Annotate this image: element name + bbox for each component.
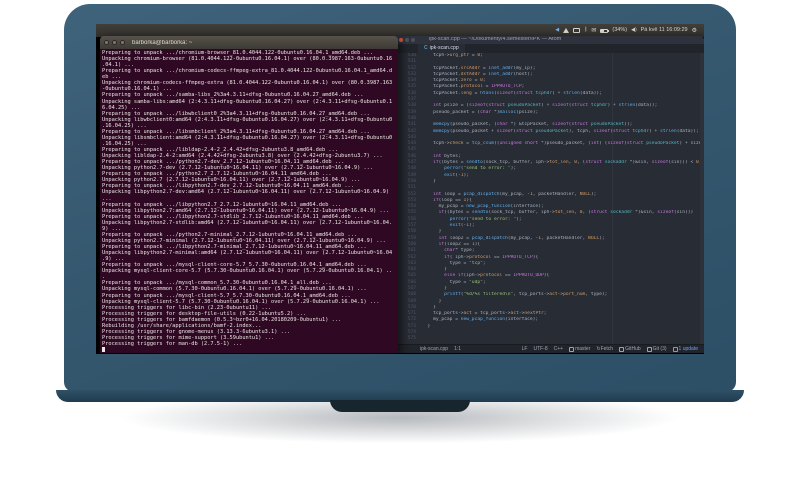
status-item-icon (569, 346, 575, 352)
status-right: LF UTF-8 C++ master ↻Fetch GitHub Git (3) 1 upd… (522, 346, 698, 352)
battery-icon[interactable] (600, 28, 610, 33)
maximize-button[interactable] (411, 38, 415, 42)
tab-ipk-scan[interactable]: C ipk-scan.cpp (418, 44, 465, 53)
bluetooth-icon[interactable]: ᛒ (584, 27, 587, 34)
laptop-mockup: ◀ ᛒ ✉ (34%) ◀) Pá kvě 11 16:09:29 ⚙ ipk-… (0, 0, 800, 477)
terminal-line: Unpacking libpython2.7:amd64 (2.7.12-1ub… (102, 207, 390, 214)
status-item-utf-8[interactable]: UTF-8 (533, 346, 547, 352)
status-item-github[interactable]: GitHub (619, 346, 641, 352)
terminal-line: Preparing to unpack .../samba-libs_2%3a4… (102, 92, 364, 99)
terminal-line: Unpacking mysql-common (5.7.30-0ubuntu0.… (102, 286, 367, 293)
code-line: 575 (396, 336, 704, 342)
terminal-line: Unpacking chromium-browser (81.0.4044.12… (102, 56, 393, 63)
window-title: ipk-scan.cpp — ~/Dokumenty/4.semester/IP… (429, 37, 562, 43)
terminal-line: Unpacking mysql-client-5.7 (5.7.30-0ubun… (102, 298, 380, 305)
terminal-line: Preparing to unpack .../libpython2.7-std… (102, 213, 364, 220)
code-editor[interactable]: 530 tcph->urg_ptr = 0; 531 532 tcpPacket.s… (396, 53, 704, 344)
status-item-icon (619, 346, 625, 352)
volume-icon[interactable]: ◀) (631, 28, 637, 33)
status-item-master[interactable]: master (569, 346, 590, 352)
clock[interactable]: Pá kvě 11 16:09:29 (641, 27, 688, 34)
terminal-line: Preparing to unpack .../chromium-codecs-… (102, 68, 393, 75)
terminal-titlebar[interactable]: barborka@barborka: ~ (100, 36, 398, 49)
status-item-c-[interactable]: C++ (554, 346, 563, 352)
messages-icon[interactable]: ✉ (591, 28, 596, 34)
keyboard-layout-icon[interactable] (573, 28, 581, 33)
status-item-lf[interactable]: LF (522, 346, 528, 352)
atom-statusbar: ipk-scan.cpp 1:1 LF UTF-8 C++ master ↻Fetch G… (396, 344, 704, 353)
terminal-title: barborka@barborka: ~ (132, 39, 193, 46)
editor-scrollbar[interactable] (700, 53, 704, 344)
status-item-icon (672, 346, 678, 352)
status-filename[interactable]: ipk-scan.cpp (420, 346, 448, 352)
tab-label: ipk-scan.cpp (429, 44, 459, 51)
maximize-button[interactable] (120, 40, 125, 45)
status-item-git-3-[interactable]: Git (3) (646, 346, 667, 352)
terminal-line: Unpacking mysql-client-core-5.7 (5.7.30-… (102, 268, 393, 275)
code-lines: 530 tcph->urg_ptr = 0; 531 532 tcpPacket.s… (396, 53, 704, 343)
terminal-line: Unpacking libpython2.7-dev:amd64 (2.7.12… (102, 189, 390, 196)
terminal-window: barborka@barborka: ~ Preparing to unpack… (100, 36, 398, 353)
tab-bar: C ipk-scan.cpp (396, 44, 704, 53)
status-item-1-update[interactable]: 1 update (672, 346, 698, 352)
minimize-button[interactable] (112, 40, 117, 45)
network-icon[interactable] (563, 28, 570, 33)
close-button[interactable] (399, 38, 403, 42)
terminal-line: Preparing to unpack .../libsmbclient_2%3… (102, 128, 370, 135)
terminal-output[interactable]: Preparing to unpack .../chromium-browser… (100, 49, 398, 353)
sound-applet-icon[interactable]: ◀ (555, 28, 559, 33)
status-cursor-position[interactable]: 1:1 (454, 346, 461, 352)
terminal-line: Unpacking samba-libs:amd64 (2:4.3.11+dfs… (102, 98, 393, 105)
status-item-fetch[interactable]: ↻Fetch (596, 346, 613, 352)
terminal-line: Unpacking libpython2.7-minimal:amd64 (2.… (102, 250, 393, 257)
terminal-line: Preparing to unpack .../libwbclient0_2%3… (102, 110, 370, 117)
session-menu-icon[interactable]: ⚙ (692, 28, 697, 34)
desktop-screen: ◀ ᛒ ✉ (34%) ◀) Pá kvě 11 16:09:29 ⚙ ipk-… (96, 24, 704, 354)
terminal-line: Unpacking libwbclient0:amd64 (2:4.3.11+d… (102, 116, 393, 123)
terminal-prompt-line (102, 347, 396, 353)
cpp-file-icon: C (424, 45, 428, 51)
battery-percentage: (34%) (612, 26, 628, 33)
atom-titlebar[interactable]: ipk-scan.cpp — ~/Dokumenty/4.semester/IP… (396, 36, 704, 44)
terminal-line: Unpacking libpython2.7-stdlib:amd64 (2.7… (102, 219, 393, 226)
atom-window: ipk-scan.cpp — ~/Dokumenty/4.semester/IP… (396, 36, 704, 353)
terminal-cursor (102, 347, 105, 353)
status-item-icon (646, 346, 652, 352)
close-button[interactable] (104, 40, 109, 45)
wrap-guide (612, 53, 613, 344)
laptop-hinge-notch (330, 400, 470, 412)
line-number: 575 (407, 336, 416, 342)
minimize-button[interactable] (405, 38, 409, 42)
